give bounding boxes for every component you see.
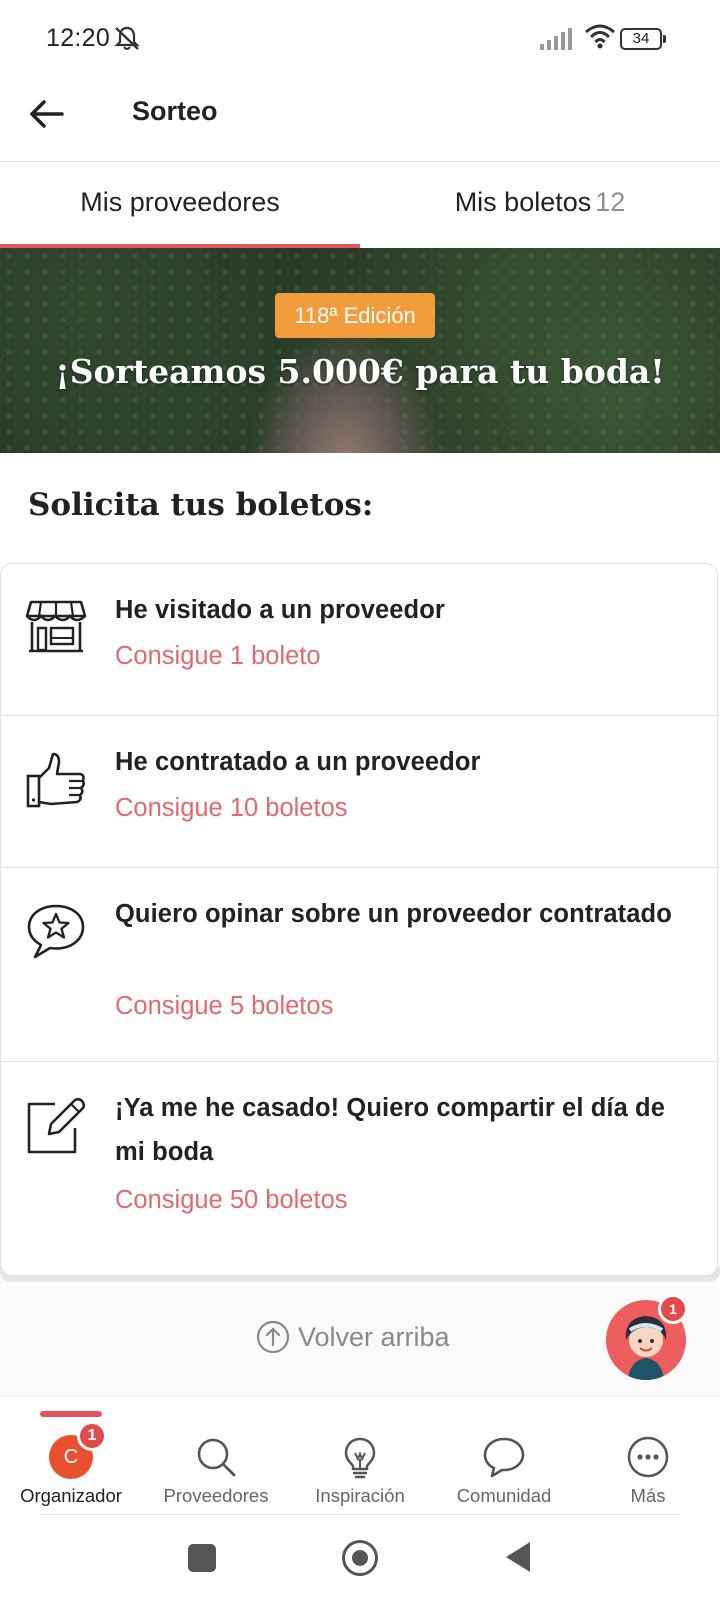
edition-badge: 118ª Edición [275,293,435,338]
item-link[interactable]: Consigue 50 boletos [115,1186,348,1215]
organizer-avatar-icon: C 1 [49,1421,107,1479]
nav-item-mas[interactable]: Más [578,1435,718,1507]
item-title: ¡Ya me he casado! Quiero compartir el dí… [115,1094,665,1166]
status-bar: 12:20 34 [0,0,720,80]
back-to-top-button[interactable]: Volver arriba [256,1320,450,1354]
tab-label: Mis boletos [454,187,592,217]
back-to-top-label: Volver arriba [298,1321,450,1352]
back-arrow-icon[interactable] [28,94,68,134]
list-item[interactable]: He contratado a un proveedor Consigue 10… [1,716,717,868]
store-icon [25,600,87,653]
app-bar: Sorteo [0,80,720,162]
divider [40,1514,680,1515]
nav-item-inspiracion[interactable]: Inspiración [290,1435,430,1507]
chat-bubble-icon [483,1437,525,1478]
recent-apps-button[interactable] [188,1544,216,1572]
active-nav-indicator [40,1411,102,1417]
item-link[interactable]: Consigue 5 boletos [115,992,333,1021]
arrow-up-circle-icon [256,1320,290,1354]
tickets-card: He visitado a un proveedor Consigue 1 bo… [0,563,718,1276]
system-back-button[interactable] [506,1542,530,1572]
nav-label: Inspiración [315,1485,405,1506]
battery-icon: 34 [620,28,666,50]
page-title: Sorteo [132,96,218,126]
banner-headline: ¡Sorteamos 5.000€ para tu boda! [55,352,665,391]
notification-badge: 1 [77,1421,107,1451]
home-button[interactable] [342,1540,378,1576]
lightbulb-icon [344,1437,376,1479]
promo-banner[interactable]: 118ª Edición ¡Sorteamos 5.000€ para tu b… [0,248,720,453]
wifi-icon [585,24,615,49]
edit-icon [27,1097,86,1154]
nav-item-proveedores[interactable]: Proveedores [146,1435,286,1507]
tab-bar: Mis proveedores Mis boletos 12 [0,163,720,248]
tab-count: 12 [595,187,626,217]
nav-item-comunidad[interactable]: Comunidad [434,1435,574,1507]
status-time: 12:20 [46,24,111,52]
system-navigation-bar [0,1518,720,1600]
tab-mis-proveedores[interactable]: Mis proveedores [0,163,360,248]
item-link[interactable]: Consigue 10 boletos [115,794,348,823]
bottom-navigation: C 1 Organizador Proveedores Inspiración … [0,1396,720,1514]
nav-label: Más [630,1485,666,1506]
list-item[interactable]: He visitado a un proveedor Consigue 1 bo… [1,564,717,716]
signal-icon [540,28,572,50]
list-item[interactable]: ¡Ya me he casado! Quiero compartir el dí… [1,1062,717,1275]
section-heading: Solicita tus boletos: [28,487,374,523]
item-link[interactable]: Consigue 1 boleto [115,642,321,671]
item-title: He visitado a un proveedor [115,596,445,624]
nav-item-organizador[interactable]: C 1 Organizador [1,1421,141,1507]
tab-mis-boletos[interactable]: Mis boletos 12 [360,163,720,248]
nav-label: Proveedores [163,1485,269,1506]
avatar-letter: C [63,1446,79,1468]
search-icon [197,1438,236,1477]
review-star-icon [27,904,85,959]
nav-label: Comunidad [456,1485,552,1506]
item-title: Quiero opinar sobre un proveedor contrat… [115,900,672,928]
mute-icon [114,26,140,50]
nav-label: Organizador [20,1485,122,1506]
more-icon [627,1436,669,1478]
list-item[interactable]: Quiero opinar sobre un proveedor contrat… [1,868,717,1062]
assistant-badge: 1 [658,1294,688,1324]
thumbs-up-icon [26,752,85,808]
tab-label: Mis proveedores [80,187,280,217]
item-title: He contratado a un proveedor [115,748,481,776]
